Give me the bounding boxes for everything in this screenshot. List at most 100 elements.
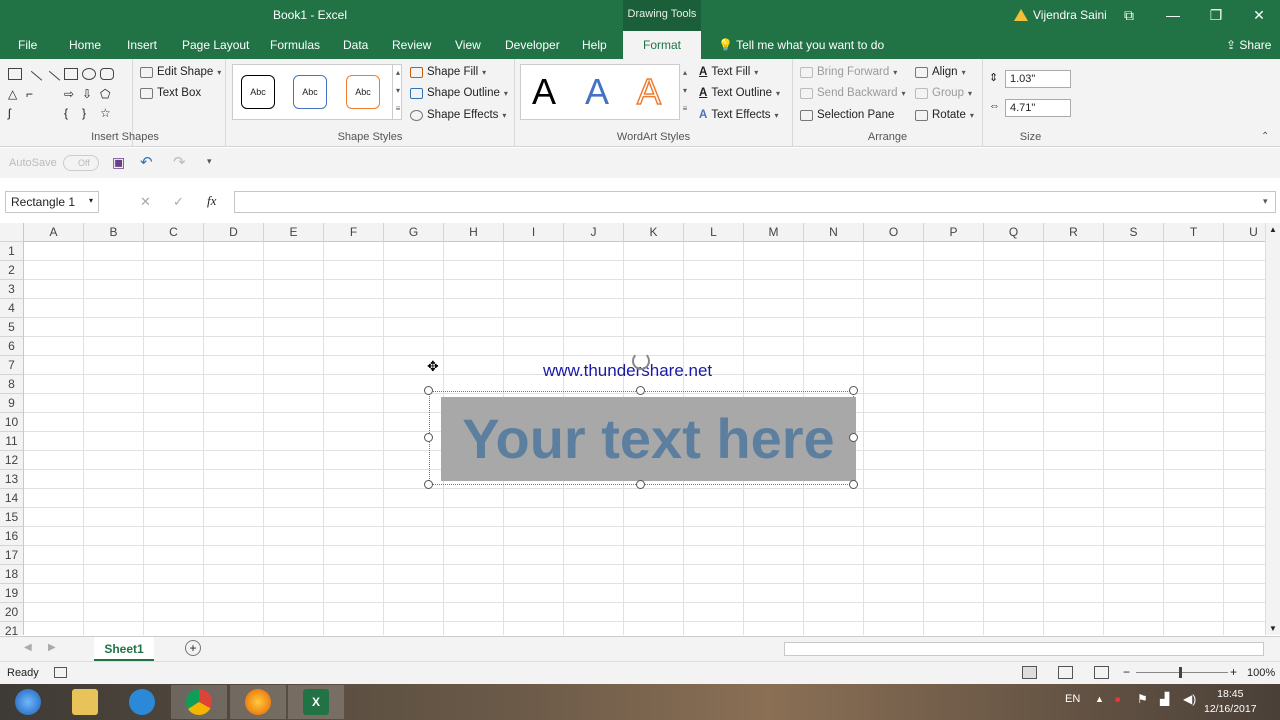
row-header[interactable]: 1 xyxy=(0,242,24,261)
gallery-scroll[interactable]: ▴ ▾ ≡ xyxy=(392,64,403,120)
next-sheet-icon[interactable]: ▶ xyxy=(48,642,56,653)
row-header[interactable]: 20 xyxy=(0,603,24,622)
connector-shape-icon[interactable]: ⌐ xyxy=(26,87,40,101)
column-header[interactable]: E xyxy=(264,223,324,242)
column-header[interactable]: A xyxy=(24,223,84,242)
tab-help[interactable]: Help xyxy=(582,38,607,52)
insert-function-button[interactable]: fx xyxy=(207,193,216,209)
star-shape-icon[interactable]: ☆ xyxy=(100,106,114,120)
wordart-style-blue[interactable]: A xyxy=(585,71,609,113)
shape-fill-button[interactable]: Shape Fill ▾ xyxy=(410,66,486,78)
cancel-icon[interactable]: ✕ xyxy=(140,194,151,210)
tab-data[interactable]: Data xyxy=(343,38,368,52)
column-header[interactable]: U xyxy=(1224,223,1265,242)
shape-outline-button[interactable]: Shape Outline ▾ xyxy=(410,87,508,99)
shape-effects-button[interactable]: Shape Effects ▾ xyxy=(410,109,506,121)
row-header[interactable]: 16 xyxy=(0,527,24,546)
row-header[interactable]: 12 xyxy=(0,451,24,470)
column-header[interactable]: G xyxy=(384,223,444,242)
page-break-view-icon[interactable] xyxy=(1094,666,1109,679)
column-header[interactable]: D xyxy=(204,223,264,242)
scroll-up-icon[interactable]: ▲ xyxy=(1269,225,1277,234)
row-header[interactable]: 14 xyxy=(0,489,24,508)
align-button[interactable]: Align ▾ xyxy=(915,66,966,78)
row-header[interactable]: 15 xyxy=(0,508,24,527)
row-header[interactable]: 6 xyxy=(0,337,24,356)
send-backward-button[interactable]: Send Backward ▾ xyxy=(800,87,906,99)
oval-shape-icon[interactable] xyxy=(82,68,96,80)
add-sheet-icon[interactable]: + xyxy=(185,640,201,656)
arrow-line-shape-icon[interactable] xyxy=(41,70,61,90)
rotate-handle-icon[interactable] xyxy=(632,352,650,370)
tray-app-icon[interactable]: ● xyxy=(1114,692,1121,706)
flag-icon[interactable]: ⚑ xyxy=(1137,692,1148,706)
save-icon[interactable]: ▣ xyxy=(112,154,125,171)
share-button[interactable]: ⇪ Share xyxy=(1226,38,1271,52)
column-header[interactable]: L xyxy=(684,223,744,242)
rotate-button[interactable]: Rotate ▾ xyxy=(915,109,974,121)
tray-expand-icon[interactable]: ▲ xyxy=(1095,694,1104,704)
redo-icon[interactable]: ↷ xyxy=(173,153,186,171)
vertical-scrollbar[interactable]: ▲ ▼ xyxy=(1265,223,1280,635)
selection-pane-button[interactable]: Selection Pane xyxy=(800,109,894,121)
macro-record-icon[interactable] xyxy=(54,667,67,678)
system-clock[interactable]: 18:45 12/16/2017 xyxy=(1204,687,1257,717)
user-account[interactable]: Vijendra Saini xyxy=(1014,8,1107,22)
tell-me-search[interactable]: 💡 Tell me what you want to do xyxy=(718,38,884,52)
shape-height-input[interactable]: 1.03" xyxy=(1005,70,1071,88)
customize-qat-icon[interactable]: ▾ xyxy=(207,156,212,167)
tab-formulas[interactable]: Formulas xyxy=(270,38,320,52)
row-header[interactable]: 3 xyxy=(0,280,24,299)
row-header[interactable]: 2 xyxy=(0,261,24,280)
column-header[interactable]: Q xyxy=(984,223,1044,242)
column-header[interactable]: C xyxy=(144,223,204,242)
collapse-ribbon-icon[interactable]: ⌃ xyxy=(1261,131,1269,142)
resize-handle-n[interactable] xyxy=(636,386,645,395)
column-header[interactable]: P xyxy=(924,223,984,242)
sheet-tab-sheet1[interactable]: Sheet1 xyxy=(94,637,154,661)
zoom-slider-thumb[interactable] xyxy=(1179,667,1182,678)
volume-icon[interactable]: ◀) xyxy=(1183,692,1196,706)
formula-input[interactable] xyxy=(234,191,1276,213)
column-header[interactable]: I xyxy=(504,223,564,242)
shape-width-input[interactable]: 4.71" xyxy=(1005,99,1071,117)
url-text-shape[interactable]: www.thundershare.net xyxy=(543,361,712,381)
row-header[interactable]: 18 xyxy=(0,565,24,584)
tab-developer[interactable]: Developer xyxy=(505,38,560,52)
wordart-gallery-scroll[interactable]: ▴ ▾ ≡ xyxy=(679,64,690,120)
select-all-corner[interactable] xyxy=(0,223,24,242)
row-header[interactable]: 11 xyxy=(0,432,24,451)
textbox-shape-icon[interactable] xyxy=(8,68,22,80)
resize-handle-nw[interactable] xyxy=(424,386,433,395)
chrome-button[interactable] xyxy=(171,685,227,719)
wordart-style-orange-outline[interactable]: A xyxy=(636,70,662,113)
rectangle-shape-icon[interactable] xyxy=(64,68,78,80)
column-header[interactable]: B xyxy=(84,223,144,242)
resize-handle-e[interactable] xyxy=(849,433,858,442)
firefox-button[interactable] xyxy=(230,685,286,719)
start-button[interactable] xyxy=(0,685,56,719)
brace-shape-icon[interactable]: { xyxy=(64,106,78,120)
style-swatch-orange[interactable]: Abc xyxy=(346,75,380,109)
resize-handle-se[interactable] xyxy=(849,480,858,489)
language-indicator[interactable]: EN xyxy=(1065,693,1080,705)
tab-format[interactable]: Format xyxy=(623,31,701,59)
row-header[interactable]: 4 xyxy=(0,299,24,318)
normal-view-icon[interactable] xyxy=(1022,666,1037,679)
resize-handle-w[interactable] xyxy=(424,433,433,442)
resize-handle-ne[interactable] xyxy=(849,386,858,395)
row-header[interactable]: 19 xyxy=(0,584,24,603)
column-header[interactable]: H xyxy=(444,223,504,242)
column-header[interactable]: J xyxy=(564,223,624,242)
pentagon-shape-icon[interactable]: ⬠ xyxy=(100,87,114,101)
prev-sheet-icon[interactable]: ◀ xyxy=(24,642,32,653)
column-header[interactable]: K xyxy=(624,223,684,242)
group-button[interactable]: Group ▾ xyxy=(915,87,972,99)
row-header[interactable]: 13 xyxy=(0,470,24,489)
freeform-shape-icon[interactable]: ʃ xyxy=(8,106,22,120)
undo-icon[interactable]: ↶ xyxy=(140,153,153,171)
row-header[interactable]: 8 xyxy=(0,375,24,394)
close-brace-shape-icon[interactable]: } xyxy=(82,106,96,120)
enter-icon[interactable]: ✓ xyxy=(173,194,184,210)
column-header[interactable]: M xyxy=(744,223,804,242)
